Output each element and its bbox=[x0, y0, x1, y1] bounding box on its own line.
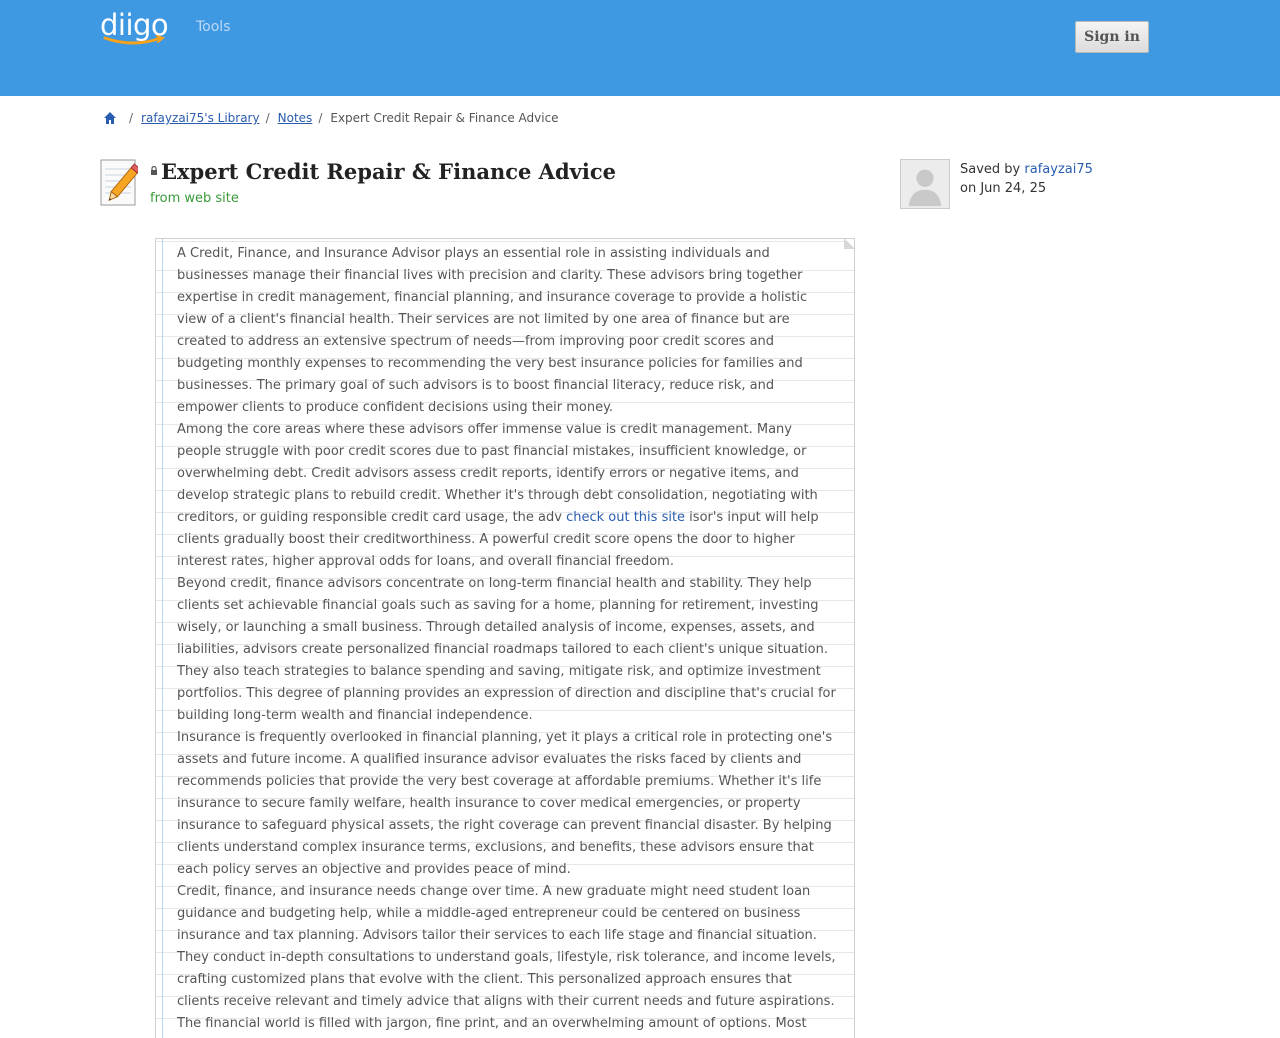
breadcrumb-separator: / bbox=[129, 111, 134, 125]
saved-by-user-link[interactable]: rafayzai75 bbox=[1024, 162, 1093, 177]
source-label: from web site bbox=[150, 191, 239, 206]
lock-icon bbox=[151, 166, 157, 175]
saved-by-label: Saved by bbox=[960, 162, 1021, 177]
note-paragraph: Insurance is frequently overlooked in fi… bbox=[177, 730, 833, 877]
breadcrumb-library-link[interactable]: rafayzai75's Library bbox=[141, 111, 260, 125]
note-folded-corner bbox=[844, 239, 854, 249]
page-title: Expert Credit Repair & Finance Advice bbox=[161, 159, 616, 184]
breadcrumb-separator: / bbox=[265, 111, 270, 125]
note-content-panel: A Credit, Finance, and Insurance Advisor… bbox=[155, 238, 855, 1038]
breadcrumb-notes-link[interactable]: Notes bbox=[278, 111, 313, 125]
breadcrumb: / rafayzai75's Library / Notes / Expert … bbox=[103, 111, 559, 125]
sign-in-button[interactable]: Sign in bbox=[1075, 21, 1149, 53]
diigo-logo-smile-icon bbox=[103, 35, 165, 45]
check-out-this-site-link[interactable]: check out this site bbox=[566, 510, 685, 525]
note-pencil-icon bbox=[100, 159, 138, 206]
tools-menu-link[interactable]: Tools bbox=[196, 19, 231, 35]
saved-info: Saved by rafayzai75 on Jun 24, 25 bbox=[960, 160, 1093, 198]
breadcrumb-separator: / bbox=[318, 111, 323, 125]
home-icon[interactable] bbox=[103, 111, 117, 125]
note-paragraph: Credit, finance, and insurance needs cha… bbox=[177, 884, 836, 1009]
breadcrumb-current: Expert Credit Repair & Finance Advice bbox=[330, 111, 559, 125]
note-paragraph: Among the core areas where these advisor… bbox=[177, 419, 837, 573]
note-paragraph: Beyond credit, finance advisors concentr… bbox=[177, 576, 836, 723]
avatar[interactable] bbox=[900, 159, 950, 209]
note-paragraph: The financial world is filled with jargo… bbox=[177, 1016, 807, 1031]
note-paragraph: A Credit, Finance, and Insurance Advisor… bbox=[177, 246, 808, 415]
saved-date: on Jun 24, 25 bbox=[960, 181, 1047, 196]
note-body: A Credit, Finance, and Insurance Advisor… bbox=[177, 243, 837, 1038]
note-margin-line bbox=[162, 239, 163, 1038]
top-header: diigo Tools Sign in bbox=[0, 0, 1280, 96]
